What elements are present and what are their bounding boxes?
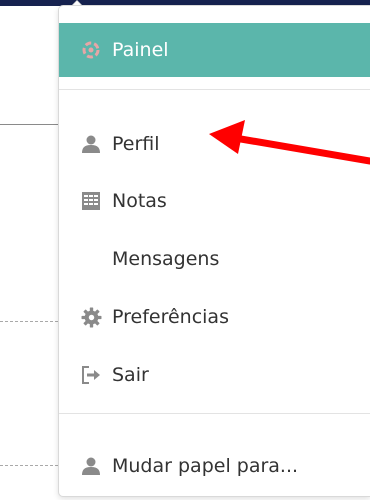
menu-item-label: Notas — [112, 190, 167, 212]
user-icon — [80, 133, 102, 155]
blank-icon — [80, 248, 102, 270]
background-divider — [0, 124, 58, 125]
menu-divider — [59, 89, 370, 90]
menu-item-mudar-papel[interactable]: Mudar papel para... — [59, 438, 370, 494]
menu-item-label: Preferências — [112, 306, 229, 328]
menu-item-painel[interactable]: Painel — [59, 23, 370, 77]
logout-icon — [80, 364, 102, 386]
menu-item-preferencias[interactable]: Preferências — [59, 289, 370, 345]
menu-item-label: Sair — [112, 364, 149, 386]
user-dropdown-menu: Painel Perfil Notas Mensagens Preferênci… — [58, 5, 370, 497]
menu-item-sair[interactable]: Sair — [59, 347, 370, 403]
menu-divider — [59, 413, 370, 414]
grades-table-icon — [80, 190, 102, 212]
background-dashed-line — [0, 321, 58, 322]
background-dashed-line — [0, 465, 58, 466]
menu-item-label: Perfil — [112, 133, 160, 155]
menu-item-notas[interactable]: Notas — [59, 173, 370, 229]
user-icon — [80, 455, 102, 477]
menu-item-label: Painel — [112, 39, 169, 61]
menu-item-mensagens[interactable]: Mensagens — [59, 231, 370, 287]
annotation-arrow-icon — [209, 120, 370, 165]
menu-item-label: Mudar papel para... — [112, 455, 299, 477]
dashboard-icon — [80, 39, 102, 61]
menu-item-label: Mensagens — [112, 248, 220, 270]
gear-icon — [80, 306, 102, 328]
